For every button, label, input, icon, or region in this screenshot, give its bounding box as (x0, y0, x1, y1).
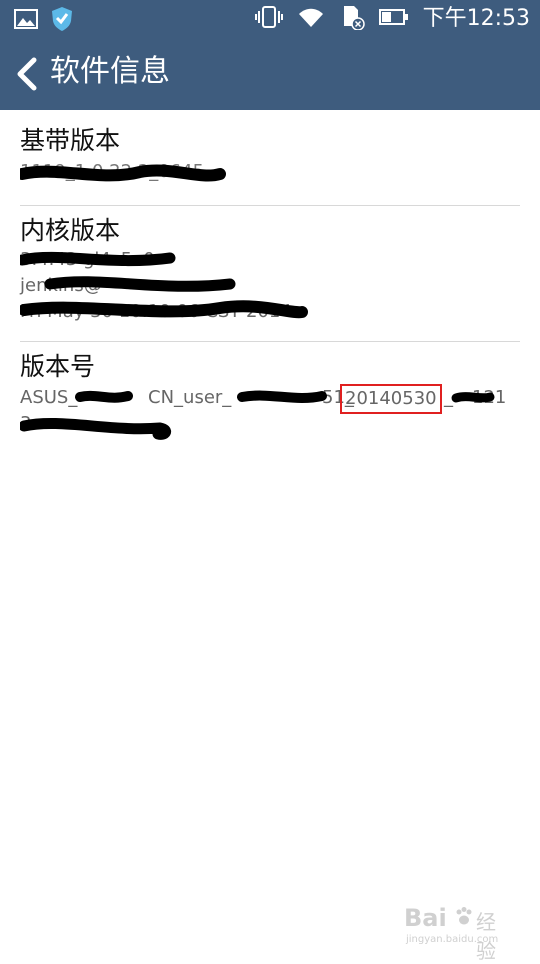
paw-icon (454, 906, 474, 926)
battery-icon (378, 7, 409, 31)
watermark-brand: Bai (404, 904, 447, 932)
kernel-version-item[interactable]: 内核版本 3.4.43 gl4c5a0 jenkins@ Fri May 30 … (20, 214, 520, 326)
divider (20, 341, 520, 342)
baseband-version-title: 基带版本 (20, 126, 121, 155)
wifi-icon (297, 5, 325, 33)
build-number-item[interactable]: 版本号 ASUS_ CN_user_ 51_ 20140530 _ 121 3 (20, 350, 520, 444)
image-icon (14, 8, 38, 34)
watermark-url: jingyan.baidu.com (406, 934, 499, 945)
shield-icon (50, 6, 74, 36)
kernel-version-value: 3.4.43 gl4c5a0 jenkins@ Fri May 30 10:10… (20, 248, 520, 326)
baidu-watermark: Bai 经验 jingyan.baidu.com (404, 904, 514, 963)
status-bar: 下午12:53 (0, 0, 540, 38)
build-number-title: 版本号 (20, 352, 96, 381)
status-time: 下午12:53 (422, 6, 530, 31)
redaction-mark (20, 390, 495, 440)
kernel-version-title: 内核版本 (20, 216, 121, 245)
baseband-version-value: 1119_1.0.22.2_0645 (20, 158, 520, 188)
redaction-mark (20, 164, 226, 182)
page-title: 软件信息 (50, 54, 170, 89)
sd-card-icon (339, 4, 365, 34)
back-button[interactable] (14, 56, 42, 92)
build-number-value: ASUS_ CN_user_ 51_ 20140530 _ 121 3 (20, 384, 520, 444)
chevron-left-icon (17, 57, 37, 91)
vibrate-icon (254, 5, 283, 33)
app-bar: 软件信息 (0, 38, 540, 110)
divider (20, 205, 520, 206)
baseband-version-item[interactable]: 基带版本 1119_1.0.22.2_0645 (20, 124, 520, 188)
redaction-mark (20, 251, 308, 319)
